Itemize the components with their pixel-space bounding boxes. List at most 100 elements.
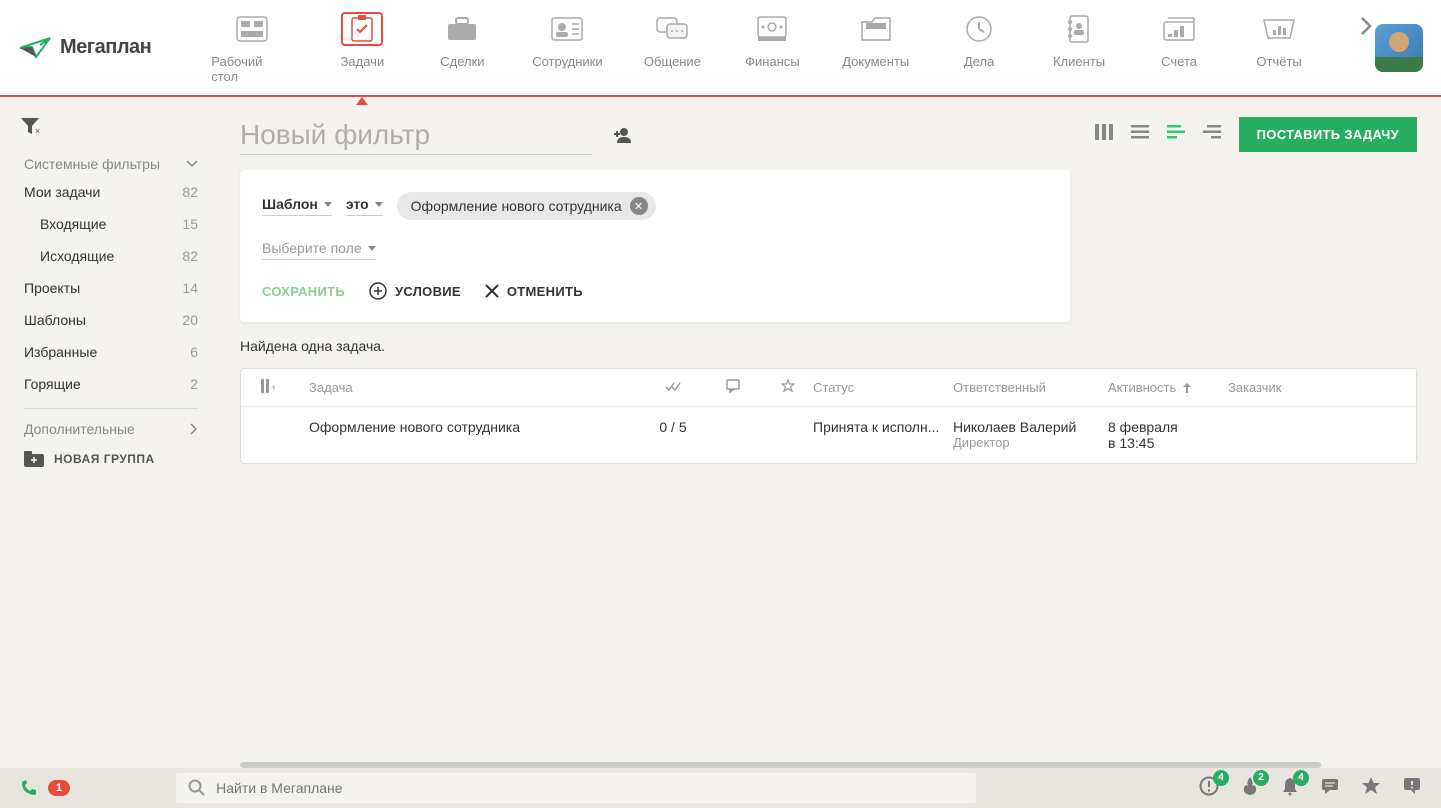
feedback-icon[interactable] (1403, 777, 1421, 800)
col-header-chat-icon[interactable] (703, 379, 763, 396)
bills-icon (1158, 12, 1200, 46)
star-icon[interactable] (1361, 776, 1381, 801)
col-header-status[interactable]: Статус (813, 380, 953, 395)
nav-tasks[interactable]: Задачи (332, 12, 392, 84)
col-header-customer[interactable]: Заказчик (1228, 380, 1396, 395)
sidebar-item-outbox[interactable]: Исходящие 82 (0, 240, 222, 272)
phone-notification[interactable]: 1 (20, 779, 70, 797)
search-bar[interactable] (176, 773, 976, 803)
sidebar-label: Проекты (24, 280, 80, 296)
chat-icon (651, 12, 693, 46)
badge: 4 (1293, 770, 1309, 786)
nav-label: Общение (644, 54, 701, 69)
desktop-icon (231, 12, 273, 46)
save-button[interactable]: СОХРАНИТЬ (262, 284, 345, 299)
nav-deals[interactable]: Сделки (432, 12, 492, 84)
sidebar-item-favorites[interactable]: Избранные 6 (0, 336, 222, 368)
close-icon (485, 284, 499, 298)
filter-panel: Шаблон это Оформление нового сотрудника … (240, 170, 1070, 322)
filter-title[interactable]: Новый фильтр (240, 119, 592, 151)
create-task-button[interactable]: ПОСТАВИТЬ ЗАДАЧУ (1239, 117, 1417, 152)
nav-cases[interactable]: Дела (949, 12, 1009, 84)
filter-field-label: Шаблон (262, 196, 318, 212)
sidebar-system-filters[interactable]: Системные фильтры (0, 152, 222, 176)
filter-operator-select[interactable]: это (346, 196, 383, 216)
sidebar-item-templates[interactable]: Шаблоны 20 (0, 304, 222, 336)
sidebar-count: 2 (190, 376, 198, 392)
sidebar-label: Мои задачи (24, 184, 100, 200)
sidebar-item-urgent[interactable]: Горящие 2 (0, 368, 222, 400)
new-group-icon (24, 451, 44, 467)
column-settings-icon[interactable]: + (261, 379, 291, 396)
plus-circle-icon (369, 282, 387, 300)
documents-icon (855, 12, 897, 46)
clock-icon (958, 12, 1000, 46)
cancel-button[interactable]: ОТМЕНИТЬ (485, 284, 583, 299)
reports-icon (1258, 12, 1300, 46)
view-columns-icon[interactable] (1095, 124, 1113, 145)
activity-label: Активность (1108, 380, 1176, 395)
add-condition-button[interactable]: УСЛОВИЕ (369, 282, 461, 300)
col-header-task[interactable]: Задача (291, 380, 643, 395)
select-field-dropdown[interactable]: Выберите поле (262, 240, 376, 260)
new-group-button[interactable]: НОВАЯ ГРУППА (0, 441, 222, 477)
section-label: Системные фильтры (24, 156, 160, 172)
nav-clients[interactable]: Клиенты (1049, 12, 1109, 84)
col-header-check-icon[interactable] (643, 380, 703, 395)
logo[interactable]: Мегаплан (18, 35, 151, 61)
nav-desktop[interactable]: Рабочий стол (211, 12, 292, 84)
table-row[interactable]: Оформление нового сотрудника 0 / 5 Приня… (241, 407, 1416, 463)
sidebar: × Системные фильтры Мои задачи 82 Входящ… (0, 97, 222, 768)
view-list-icon[interactable] (1131, 125, 1149, 144)
nav-label: Задачи (341, 54, 385, 69)
select-field-label: Выберите поле (262, 240, 362, 256)
view-list-right-icon[interactable] (1203, 125, 1221, 144)
sidebar-count: 82 (182, 184, 198, 200)
sidebar-item-projects[interactable]: Проекты 14 (0, 272, 222, 304)
view-list-left-icon[interactable] (1167, 125, 1185, 144)
chip-label: Оформление нового сотрудника (411, 198, 622, 214)
search-input[interactable] (216, 780, 964, 796)
nav-more-icon[interactable] (1359, 12, 1375, 84)
logo-text: Мегаплан (60, 36, 151, 59)
divider (24, 408, 198, 409)
sidebar-label: Входящие (40, 216, 106, 232)
sidebar-item-inbox[interactable]: Входящие 15 (0, 208, 222, 240)
footer-icons: 4 2 4 (1199, 776, 1421, 801)
filter-icon[interactable]: × (0, 117, 222, 152)
add-people-icon[interactable] (612, 127, 634, 143)
sidebar-additional[interactable]: Дополнительные (0, 417, 222, 441)
nav-label: Счета (1161, 54, 1197, 69)
col-header-responsible[interactable]: Ответственный (953, 380, 1108, 395)
bell-notification[interactable]: 4 (1281, 776, 1299, 801)
nav-chat[interactable]: Общение (642, 12, 702, 84)
sidebar-label: Исходящие (40, 248, 114, 264)
footer-bar: 1 4 2 4 (0, 768, 1441, 808)
sidebar-label: Избранные (24, 344, 97, 360)
filter-field-select[interactable]: Шаблон (262, 196, 332, 216)
cell-responsible: Николаев Валерий Директор (953, 419, 1108, 450)
col-header-activity[interactable]: Активность (1108, 380, 1228, 395)
nav-finance[interactable]: Финансы (742, 12, 802, 84)
logo-icon (18, 35, 54, 61)
nav-label: Отчёты (1256, 54, 1301, 69)
nav-label: Документы (842, 54, 909, 69)
message-icon[interactable] (1321, 777, 1339, 800)
cell-activity: 8 февраля в 13:45 (1108, 419, 1228, 451)
user-avatar[interactable] (1375, 24, 1423, 72)
nav-label: Дела (964, 54, 994, 69)
caret-down-icon (375, 202, 383, 207)
sidebar-item-mytasks[interactable]: Мои задачи 82 (0, 176, 222, 208)
fire-notification[interactable]: 2 (1241, 776, 1259, 801)
nav-documents[interactable]: Документы (842, 12, 909, 84)
alert-notification[interactable]: 4 (1199, 776, 1219, 801)
sort-up-icon (1182, 382, 1192, 394)
nav-reports[interactable]: Отчёты (1249, 12, 1309, 84)
col-header-star-icon[interactable] (763, 379, 813, 396)
chip-remove-icon[interactable]: ✕ (630, 197, 648, 215)
nav-staff[interactable]: Сотрудники (532, 12, 602, 84)
app-header: Мегаплан Рабочий стол Задачи Сделки Сотр… (0, 0, 1441, 97)
sidebar-count: 20 (182, 312, 198, 328)
nav-bills[interactable]: Счета (1149, 12, 1209, 84)
nav-label: Сделки (440, 54, 484, 69)
